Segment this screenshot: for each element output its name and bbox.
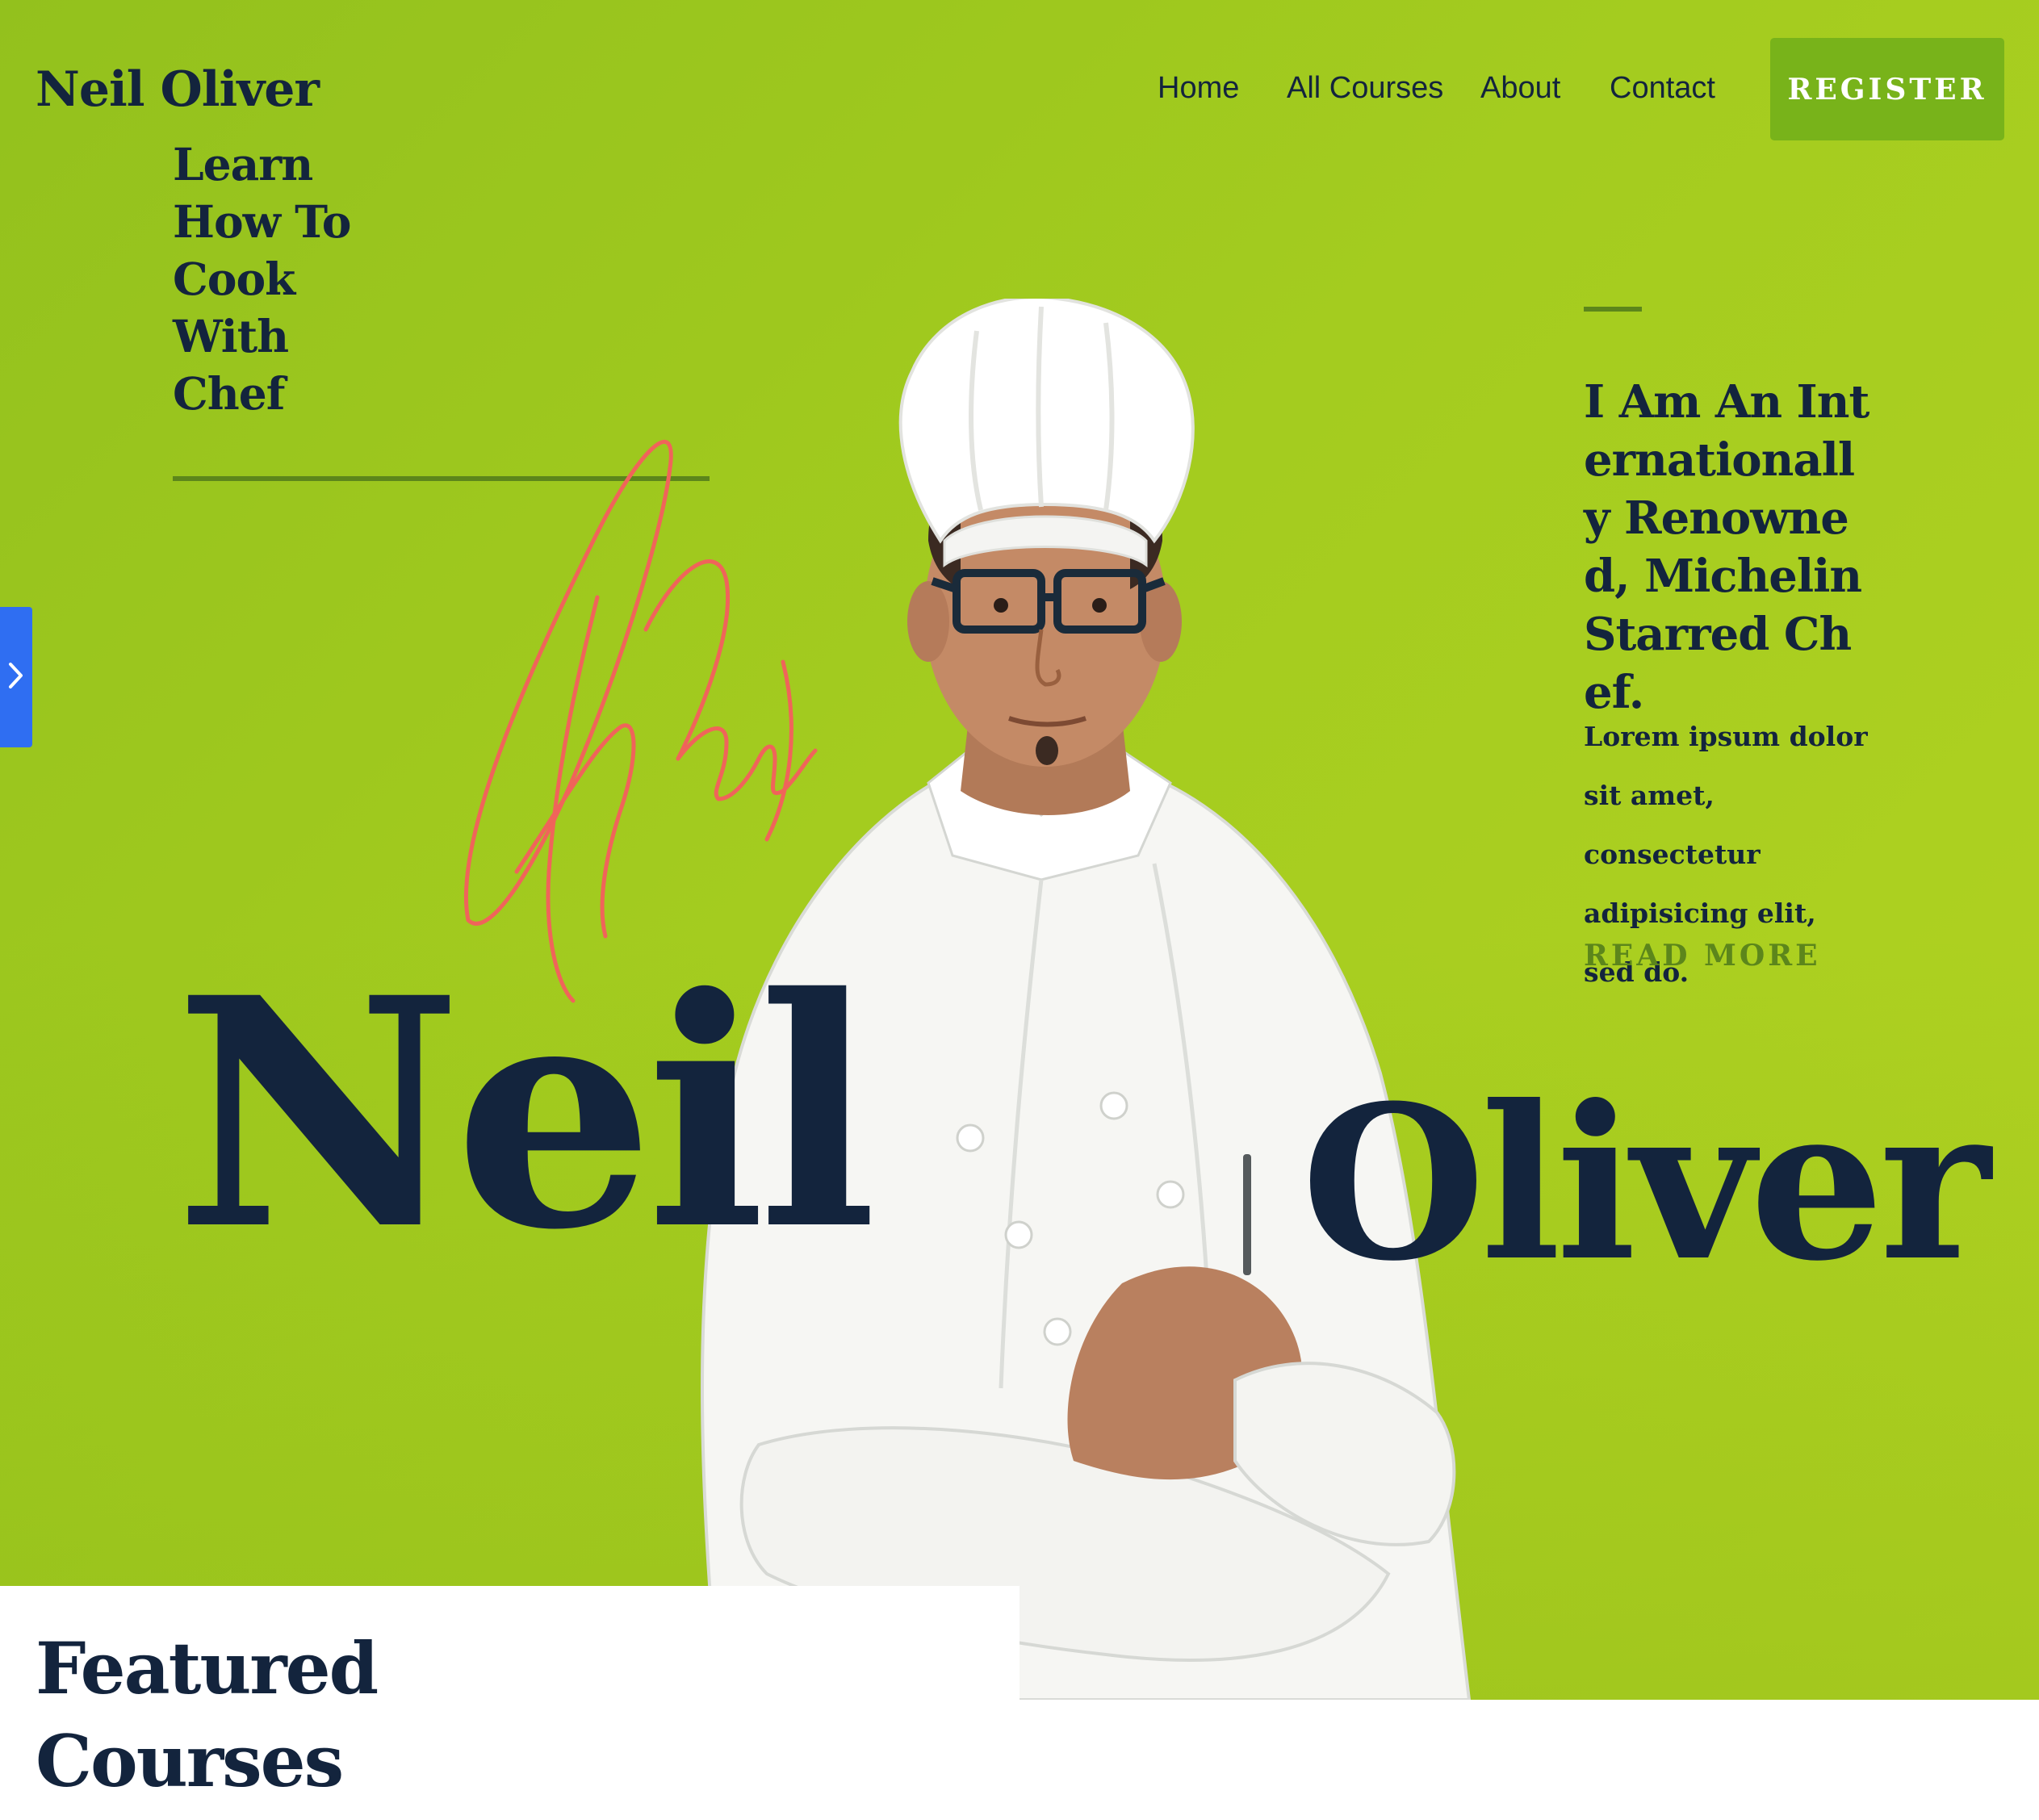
nav-contact[interactable]: Contact [1610, 71, 1715, 106]
hero-section: Neil Oliver Home All Courses About Conta… [0, 0, 2039, 1700]
brand-logo[interactable]: Neil Oliver [36, 61, 320, 118]
nav-all-courses[interactable]: All Courses [1287, 71, 1443, 106]
nav-home[interactable]: Home [1158, 71, 1239, 106]
intro-heading: I Am An Internationally Renowned, Michel… [1584, 375, 1869, 719]
nav-about[interactable]: About [1480, 71, 1560, 106]
hero-tagline: Learn How To Cook With Chef [173, 138, 351, 420]
side-panel-toggle[interactable] [0, 607, 32, 747]
hero-last-name: Oliver [1301, 1059, 1991, 1307]
intro-divider [1584, 307, 1642, 312]
featured-courses-title: Featured Courses [36, 1626, 379, 1803]
register-button[interactable]: REGISTER [1770, 38, 2004, 140]
chevron-right-icon [7, 659, 25, 695]
read-more-link[interactable]: READ MORE [1584, 939, 1821, 973]
hero-first-name: Neil [174, 929, 877, 1299]
